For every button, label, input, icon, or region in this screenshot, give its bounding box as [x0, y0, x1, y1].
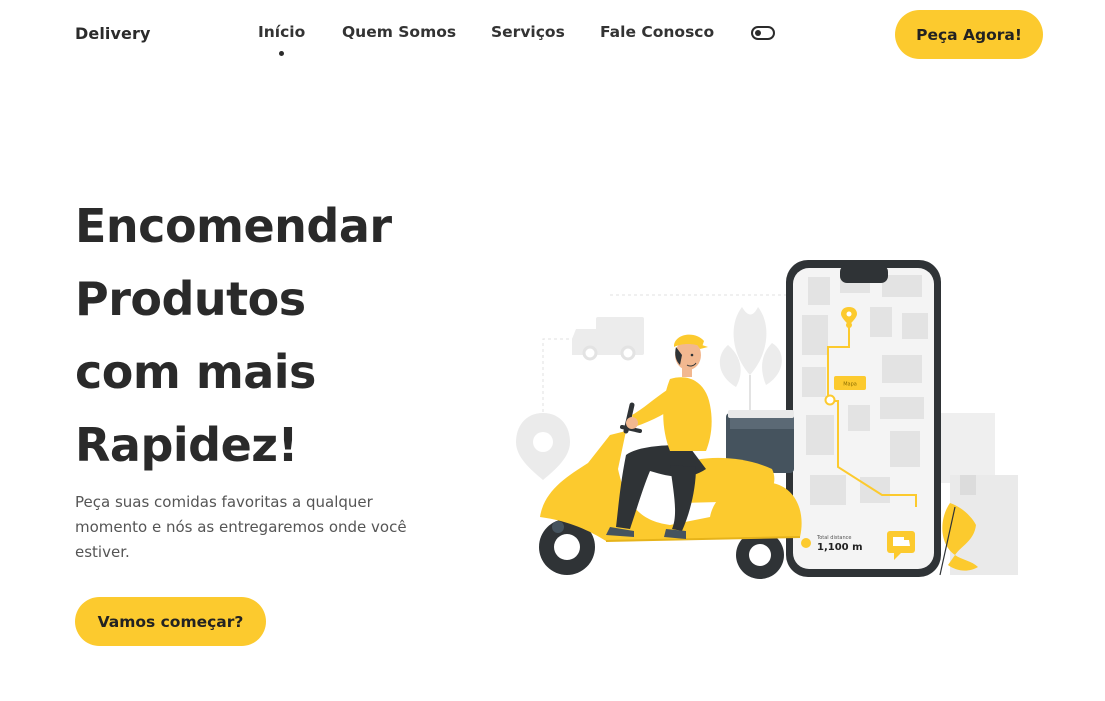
hero-title-line: Encomendar [75, 199, 392, 253]
order-now-button[interactable]: Peça Agora! [895, 10, 1043, 59]
landing-page: Delivery Início Quem Somos Serviços Fale… [0, 0, 1105, 701]
map-pin-icon [516, 413, 570, 480]
distance-caption: Total distance [816, 535, 851, 541]
toggle-knob [755, 30, 761, 36]
nav-item-fale-conosco[interactable]: Fale Conosco [600, 23, 714, 41]
hero-description: Peça suas comidas favoritas a qualquer m… [75, 493, 407, 561]
nav-item-quem-somos[interactable]: Quem Somos [342, 23, 456, 41]
map-label: Mapa [843, 382, 857, 388]
nav-item-inicio[interactable]: Início [258, 23, 305, 56]
truck-icon [572, 317, 644, 361]
nav-item-servicos[interactable]: Serviços [491, 23, 565, 41]
hero-title: Encomendar Produtos com mais Rapidez! [75, 190, 475, 482]
delivery-illustration: Mapa Total distance 1,100 m [516, 260, 1018, 579]
phone-map-illustration: Mapa Total distance 1,100 m [786, 260, 941, 577]
hero-title-line: Produtos [75, 272, 306, 326]
hero-title-line: Rapidez! [75, 418, 299, 472]
delivery-scooter-illustration [539, 334, 802, 579]
leaf-icon [719, 307, 782, 415]
get-started-button[interactable]: Vamos começar? [75, 597, 266, 646]
hero-title-line: com mais [75, 345, 316, 399]
boxes-decoration [935, 413, 1018, 575]
distance-value: 1,100 m [817, 542, 863, 553]
theme-toggle-icon[interactable] [751, 26, 775, 40]
brand-logo[interactable]: Delivery [75, 24, 151, 43]
